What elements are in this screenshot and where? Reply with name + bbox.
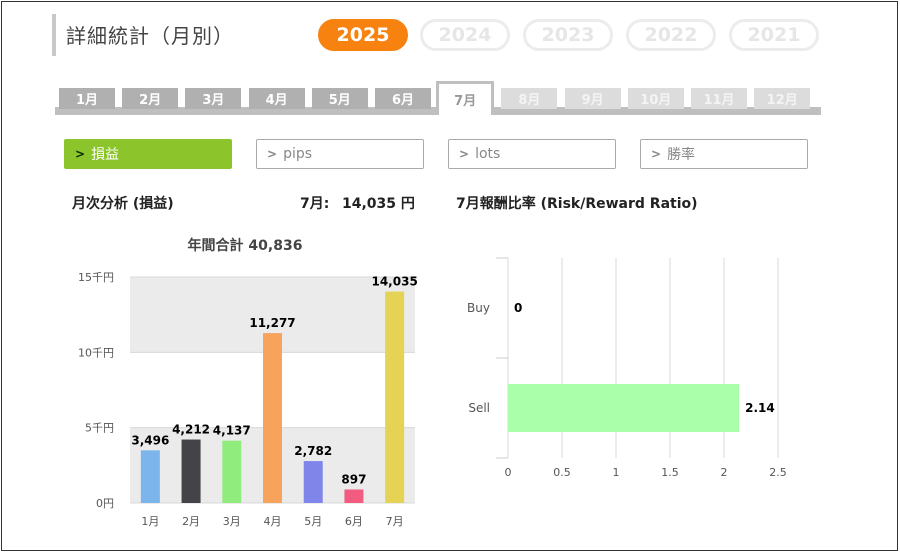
x-tick-label: 3月 [223, 515, 241, 528]
bar-value-label: 14,035 [371, 275, 417, 289]
month-tab-2[interactable]: 2月 [122, 88, 179, 109]
metric-button-label: 勝率 [667, 147, 696, 163]
chevron-right-icon: > [75, 147, 86, 161]
bar-4月[interactable] [263, 333, 282, 503]
metric-button-label: lots [475, 146, 501, 162]
month-tab-11[interactable]: 11月 [691, 88, 747, 109]
x-tick-label: 1 [613, 466, 620, 479]
x-tick-label: 4月 [264, 515, 282, 528]
x-tick-label: 0.5 [553, 466, 571, 479]
chevron-right-icon: > [267, 147, 278, 161]
x-tick-label: 7月 [386, 515, 404, 528]
current-month-label: 7月: [300, 196, 330, 212]
page-title: 詳細統計（月別） [66, 24, 234, 48]
x-tick-label: 6月 [345, 515, 363, 528]
bar-value-label: 2,782 [294, 444, 332, 458]
bar-value-label: 0 [514, 301, 522, 315]
bar-value-label: 4,137 [213, 424, 251, 438]
title-accent-bar [52, 14, 56, 56]
metric-button-4[interactable]: > 勝率 [640, 139, 808, 169]
month-tab-7[interactable]: 7月 [436, 81, 495, 115]
metric-button-label: pips [283, 146, 313, 162]
year-button-2022[interactable]: 2022 [626, 19, 716, 51]
year-button-2025[interactable]: 2025 [318, 19, 408, 51]
risk-reward-chart: 0 0.5 1 1.5 2 2.5 Buy 0 Sell 2.14 [467, 257, 787, 479]
month-tab-1[interactable]: 1月 [59, 88, 115, 109]
month-tab-10[interactable]: 10月 [627, 88, 684, 109]
category-label: Buy [467, 301, 490, 315]
metric-button-2[interactable]: > pips [256, 139, 424, 169]
bar-7月[interactable] [385, 291, 405, 503]
x-tick-label: 2月 [182, 515, 200, 528]
x-tick-label: 1.5 [661, 466, 679, 479]
year-button-2024[interactable]: 2024 [420, 19, 510, 51]
monthly-analysis-heading: 月次分析 (損益) [72, 196, 174, 212]
month-tab-6[interactable]: 6月 [375, 88, 431, 109]
month-tab-12[interactable]: 12月 [754, 88, 811, 109]
bar-value-label: 3,496 [131, 433, 169, 447]
y-tick-label: 0円 [96, 497, 114, 510]
month-tab-5[interactable]: 5月 [311, 88, 368, 109]
x-tick-label: 0 [505, 466, 512, 479]
bar-1月[interactable] [140, 450, 160, 503]
metric-button-1[interactable]: > 損益 [64, 139, 232, 169]
metric-button-3[interactable]: > lots [448, 139, 616, 169]
bar-5月[interactable] [303, 461, 323, 503]
metric-button-label: 損益 [91, 147, 120, 163]
year-button-2023[interactable]: 2023 [523, 19, 613, 51]
month-tab-4[interactable]: 4月 [248, 88, 305, 109]
x-tick-label: 1月 [141, 515, 159, 528]
month-tab-9[interactable]: 9月 [564, 88, 621, 109]
chevron-right-icon: > [459, 147, 470, 161]
x-tick-label: 2 [721, 466, 728, 479]
bar-6月[interactable] [344, 489, 364, 503]
x-tick-label: 5月 [304, 515, 322, 528]
bar-value-label: 897 [341, 472, 366, 486]
chevron-right-icon: > [651, 147, 662, 161]
bar-value-label: 4,212 [172, 423, 210, 437]
current-month-value: 14,035 円 [342, 196, 415, 212]
month-tab-3[interactable]: 3月 [185, 88, 242, 109]
risk-reward-heading: 7月報酬比率 (Risk/Reward Ratio) [456, 196, 698, 212]
bar-Sell[interactable] [508, 384, 740, 432]
bar-value-label: 2.14 [745, 401, 775, 415]
category-label: Sell [468, 401, 490, 415]
y-tick-label: 5千円 [85, 422, 114, 435]
x-tick-label: 2.5 [769, 466, 787, 479]
chart-title: 年間合計 40,836 [188, 237, 303, 254]
y-tick-label: 10千円 [78, 346, 114, 359]
month-tab-8[interactable]: 8月 [501, 88, 558, 109]
year-button-2021[interactable]: 2021 [729, 19, 819, 51]
y-tick-label: 15千円 [78, 271, 114, 284]
monthly-pl-chart: 0円 5千円 10千円 15千円 年間合計 40,836 3,496 1月 4,212 2月 4,… [78, 237, 418, 528]
bar-value-label: 11,277 [249, 316, 295, 330]
bar-3月[interactable] [222, 440, 242, 503]
bar-2月[interactable] [181, 439, 201, 503]
